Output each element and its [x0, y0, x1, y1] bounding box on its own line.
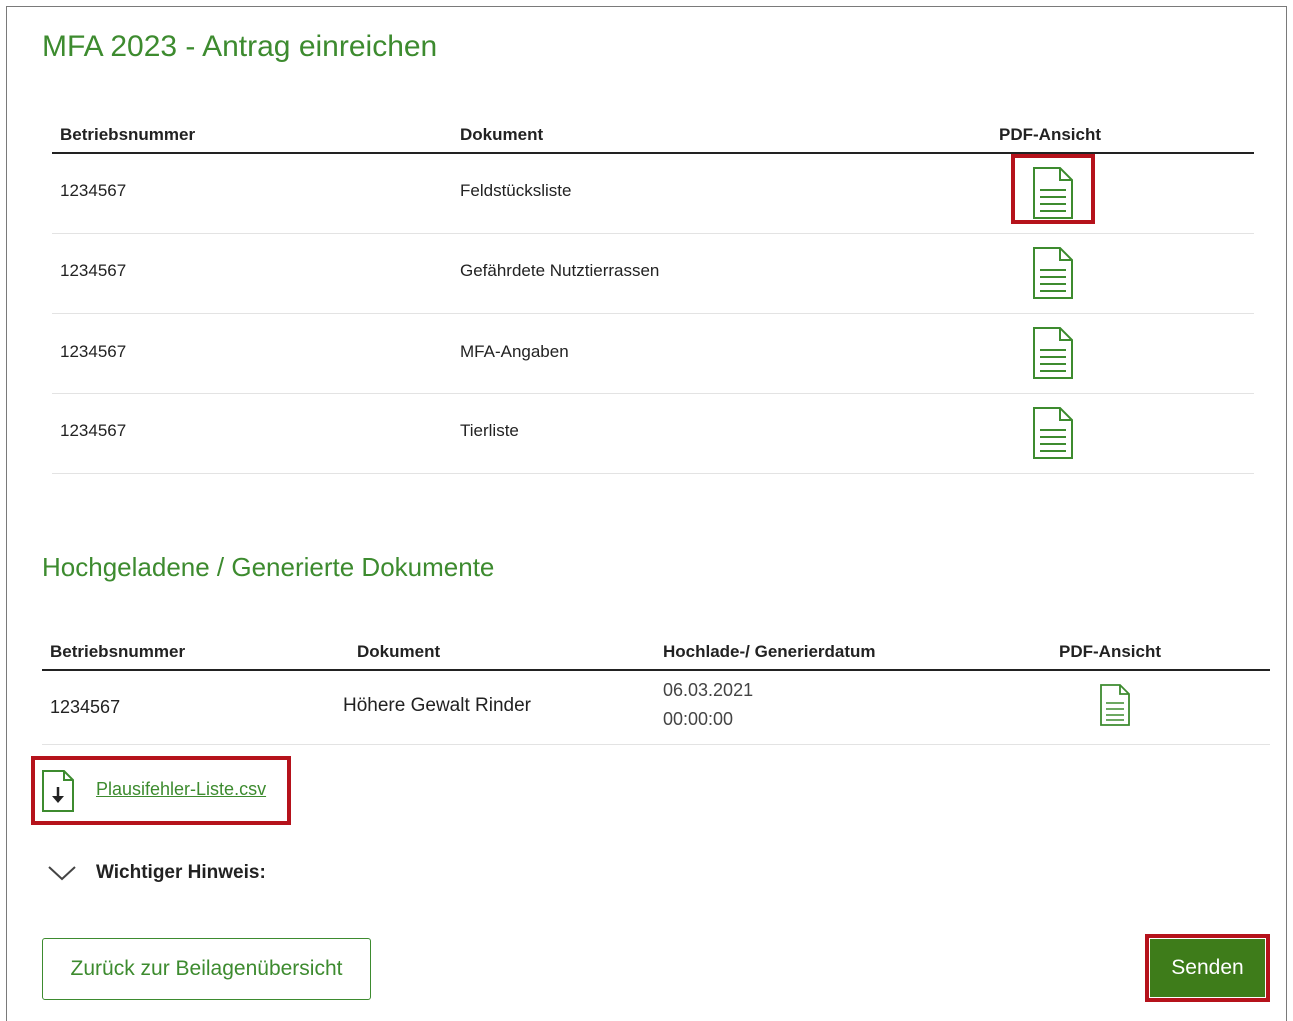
table-row: 1234567 Höhere Gewalt Rinder 06.03.2021 …	[42, 671, 1270, 745]
dokument-cell: Feldstücksliste	[460, 181, 572, 200]
dokument-cell: MFA-Angaben	[460, 342, 569, 361]
chevron-down-icon[interactable]	[47, 864, 77, 882]
column-header-pdf-ansicht: PDF-Ansicht	[999, 125, 1101, 144]
dokument-cell: Höhere Gewalt Rinder	[343, 695, 531, 716]
betriebsnummer-cell: 1234567	[60, 261, 127, 280]
column-header-betriebsnummer: Betriebsnummer	[60, 125, 196, 144]
highlight-box	[31, 756, 291, 825]
datum-cell: 06.03.2021	[663, 680, 754, 700]
back-to-overview-button[interactable]: Zurück zur Beilagenübersicht	[42, 938, 371, 1000]
table-row: 1234567 MFA-Angaben	[52, 314, 1254, 394]
betriebsnummer-cell: 1234567	[60, 421, 127, 440]
column-header-pdf-ansicht: PDF-Ansicht	[1059, 642, 1161, 661]
page-title: MFA 2023 - Antrag einreichen	[42, 30, 438, 63]
column-header-dokument: Dokument	[357, 642, 441, 661]
table-header: Betriebsnummer Dokument PDF-Ansicht	[52, 118, 1254, 154]
send-button[interactable]: Senden	[1150, 939, 1265, 997]
dokument-cell: Tierliste	[460, 421, 519, 440]
highlight-box	[1011, 154, 1095, 224]
table-header: Betriebsnummer Dokument Hochlade-/ Gener…	[42, 636, 1270, 671]
uploads-section-title: Hochgeladene / Generierte Dokumente	[42, 552, 495, 582]
uploads-table: Betriebsnummer Dokument Hochlade-/ Gener…	[42, 636, 1270, 745]
table-row: 1234567 Tierliste	[52, 394, 1254, 474]
betriebsnummer-cell: 1234567	[50, 697, 121, 717]
wichtiger-hinweis-toggle[interactable]: Wichtiger Hinweis:	[96, 862, 266, 884]
pdf-document-icon[interactable]	[1032, 326, 1074, 380]
pdf-document-icon[interactable]	[1032, 246, 1074, 300]
table-row: 1234567 Gefährdete Nutztierrassen	[52, 234, 1254, 314]
betriebsnummer-cell: 1234567	[60, 342, 127, 361]
betriebsnummer-cell: 1234567	[60, 181, 127, 200]
pdf-document-icon[interactable]	[1032, 406, 1074, 460]
column-header-datum: Hochlade-/ Generierdatum	[663, 642, 876, 661]
pdf-document-icon[interactable]	[1099, 683, 1131, 727]
zeit-cell: 00:00:00	[663, 709, 734, 729]
column-header-dokument: Dokument	[460, 125, 544, 144]
column-header-betriebsnummer: Betriebsnummer	[50, 642, 186, 661]
dokument-cell: Gefährdete Nutztierrassen	[460, 261, 660, 280]
